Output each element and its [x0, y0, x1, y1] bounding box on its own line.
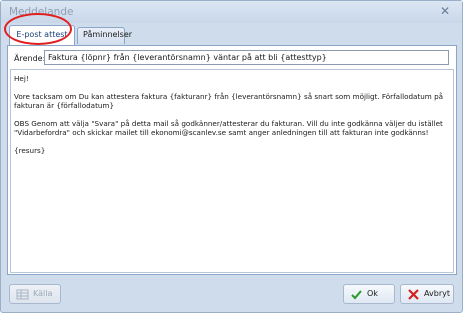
email-attest-panel: Ärende: Faktura {löpnr} från {leverantör… [7, 45, 457, 275]
body-paragraph-note: OBS Genom att välja "Svara" på detta mai… [14, 119, 446, 137]
window-title: Meddelande [9, 6, 74, 18]
tab-reminders[interactable]: Påminnelser [77, 27, 132, 44]
close-icon[interactable]: ✕ [438, 4, 452, 18]
subject-label: Ärende: [14, 54, 46, 63]
message-dialog: Meddelande ✕ E-post attest Påminnelser Ä… [0, 0, 463, 313]
subject-input[interactable]: Faktura {löpnr} från {leverantörsnamn} v… [44, 50, 449, 65]
ok-button[interactable]: Ok [343, 284, 395, 304]
body-paragraph-request: Vore tacksam om Du kan attestera faktura… [14, 92, 446, 110]
body-resource-placeholder: {resurs} [14, 146, 46, 155]
ok-button-label: Ok [367, 289, 378, 298]
tab-email-attest[interactable]: E-post attest [9, 25, 75, 45]
source-button-label: Källa [33, 289, 53, 298]
button-bar: Källa Ok Avbryt [7, 282, 457, 306]
title-bar: Meddelande ✕ [1, 1, 462, 23]
message-body-textarea[interactable]: Hej! Vore tacksam om Du kan attestera fa… [10, 69, 454, 273]
cancel-button[interactable]: Avbryt [400, 284, 454, 304]
tab-strip: E-post attest Påminnelser [7, 25, 457, 45]
grid-icon [16, 289, 29, 299]
body-greeting: Hej! [14, 74, 29, 83]
cancel-x-icon [408, 288, 419, 300]
checkmark-icon [351, 289, 362, 299]
source-button[interactable]: Källa [9, 284, 61, 304]
cancel-button-label: Avbryt [424, 289, 450, 298]
